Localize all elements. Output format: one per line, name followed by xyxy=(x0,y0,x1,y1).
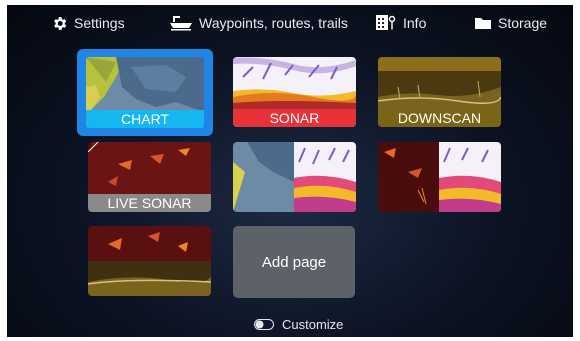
livesonar-sonar-image xyxy=(378,142,501,212)
info-label: Info xyxy=(403,15,427,31)
storage-label: Storage xyxy=(498,15,548,31)
home-screen: Settings Waypoints, routes, trails Info xyxy=(7,5,573,337)
settings-label: Settings xyxy=(74,15,125,31)
customize-toggle[interactable]: Customize xyxy=(254,317,343,332)
sonar-tile[interactable]: SONAR xyxy=(233,57,356,127)
info-menu[interactable]: Info xyxy=(375,13,426,33)
boat-icon xyxy=(170,16,192,31)
live-sonar-downscan-tile[interactable] xyxy=(88,226,211,296)
chart-preview: CHART xyxy=(86,57,204,128)
live-sonar-label: LIVE SONAR xyxy=(88,194,211,212)
live-sonar-tile[interactable]: LIVE SONAR xyxy=(88,142,211,212)
waypoints-label: Waypoints, routes, trails xyxy=(199,15,348,31)
add-page-label: Add page xyxy=(261,253,327,271)
folder-icon xyxy=(475,18,491,29)
settings-menu[interactable]: Settings xyxy=(51,13,125,33)
sonar-label: SONAR xyxy=(233,109,356,127)
downscan-label: DOWNSCAN xyxy=(378,109,501,127)
livesonar-sonar-tile[interactable] xyxy=(378,142,501,212)
downscan-tile[interactable]: DOWNSCAN xyxy=(378,57,501,127)
customize-label: Customize xyxy=(282,317,344,332)
live-sonar-downscan-image xyxy=(88,226,211,296)
chart-sonar-tile[interactable] xyxy=(233,142,356,212)
gear-icon xyxy=(54,16,67,30)
info-icon xyxy=(376,15,396,30)
top-bar: Settings Waypoints, routes, trails Info xyxy=(7,5,573,41)
chart-sonar-image xyxy=(233,142,356,212)
storage-menu[interactable]: Storage xyxy=(474,13,547,33)
chart-tile[interactable]: CHART xyxy=(77,49,213,136)
add-page-button[interactable]: Add page xyxy=(233,226,355,298)
chart-label: CHART xyxy=(86,110,204,128)
waypoints-menu[interactable]: Waypoints, routes, trails xyxy=(169,13,348,33)
toggle-icon xyxy=(254,319,274,330)
